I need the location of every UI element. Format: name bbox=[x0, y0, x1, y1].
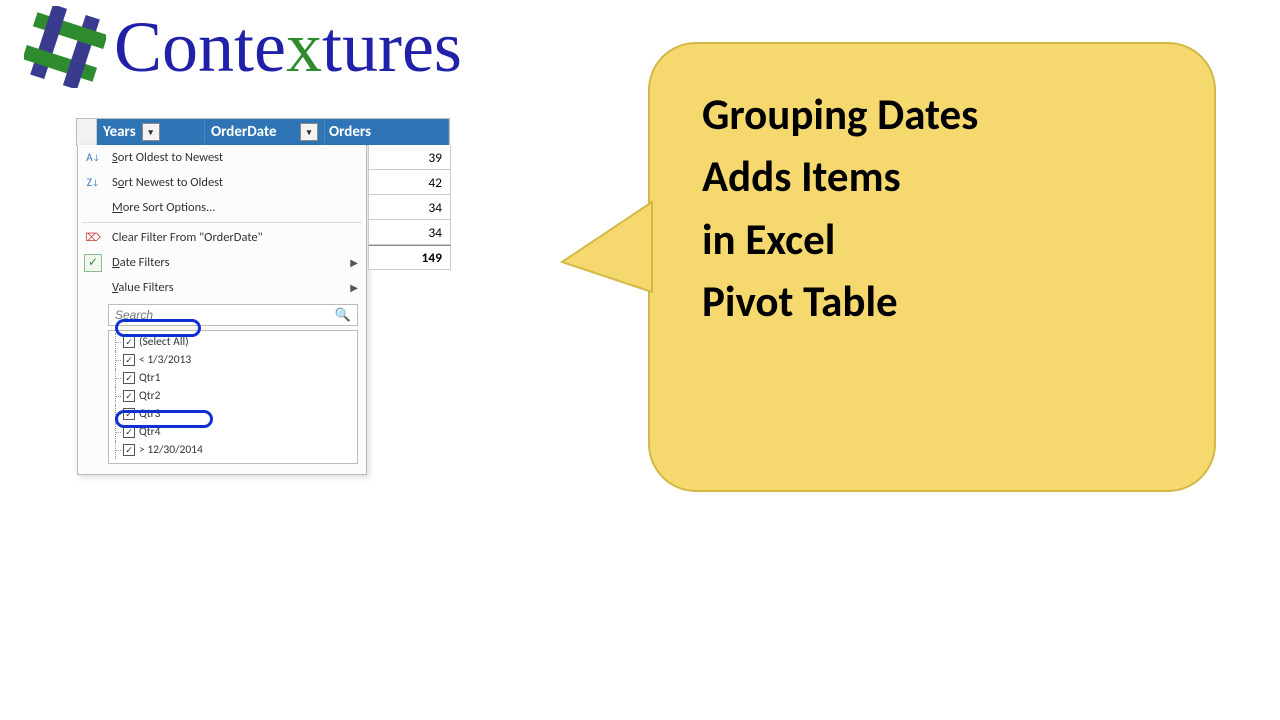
value-cell: 34 bbox=[368, 220, 451, 245]
checkbox-icon[interactable]: ✓ bbox=[123, 444, 135, 456]
orders-values-column: 39 42 34 34 149 bbox=[368, 145, 451, 270]
value-cell: 42 bbox=[368, 170, 451, 195]
header-corner bbox=[77, 119, 97, 145]
callout-line: Adds Items bbox=[702, 146, 1174, 208]
title-callout: Grouping Dates Adds Items in Excel Pivot… bbox=[648, 42, 1216, 492]
contextures-logo-icon bbox=[24, 6, 106, 88]
search-icon[interactable]: 🔍 bbox=[329, 308, 357, 323]
logo: Contextures bbox=[24, 6, 462, 88]
filter-dropdown-icon[interactable]: ▾ bbox=[142, 123, 160, 141]
checkbox-icon[interactable]: ✓ bbox=[123, 426, 135, 438]
value-cell: 39 bbox=[368, 145, 451, 170]
checkbox-icon[interactable]: ✓ bbox=[123, 354, 135, 366]
sort-desc-label: Sort Newest to Oldest bbox=[112, 175, 358, 190]
clear-filter[interactable]: ⌦ Clear Filter From "OrderDate" bbox=[78, 225, 366, 250]
sort-descending[interactable]: Z↓ Sort Newest to Oldest bbox=[78, 170, 366, 195]
header-years-label: Years bbox=[103, 123, 136, 141]
header-orders: Orders bbox=[325, 119, 449, 145]
checkbox-icon[interactable]: ✓ bbox=[123, 336, 135, 348]
callout-tail-icon bbox=[552, 182, 692, 342]
logo-text: Contextures bbox=[114, 11, 462, 83]
sort-asc-label: Sort Oldest to Newest bbox=[112, 150, 358, 165]
filter-values-tree: ✓ (Select All) ✓ < 1/3/2013 ✓ Qtr1 ✓ Qtr… bbox=[108, 330, 358, 464]
value-filters-label: Value Filters bbox=[112, 280, 342, 295]
submenu-arrow-icon: ▶ bbox=[350, 281, 358, 294]
pivot-header-row: Years ▾ OrderDate ▾ Orders bbox=[77, 119, 449, 145]
header-years[interactable]: Years ▾ bbox=[97, 119, 205, 145]
header-orderdate-label: OrderDate bbox=[211, 123, 277, 141]
total-cell: 149 bbox=[368, 245, 451, 270]
tree-item-select-all[interactable]: ✓ (Select All) bbox=[109, 333, 357, 351]
tree-item-qtr2[interactable]: ✓ Qtr2 bbox=[109, 387, 357, 405]
date-filters-label: Date Filters bbox=[112, 255, 342, 270]
filter-dropdown-icon[interactable]: ▾ bbox=[300, 123, 318, 141]
clear-filter-icon: ⌦ bbox=[82, 228, 104, 248]
clear-filter-label: Clear Filter From "OrderDate" bbox=[112, 230, 358, 245]
checkbox-icon[interactable]: ✓ bbox=[123, 408, 135, 420]
header-orders-label: Orders bbox=[329, 123, 371, 141]
checkmark-icon: ✓ bbox=[84, 254, 102, 272]
checkbox-icon[interactable]: ✓ bbox=[123, 372, 135, 384]
tree-item-qtr1[interactable]: ✓ Qtr1 bbox=[109, 369, 357, 387]
value-filters[interactable]: Value Filters ▶ bbox=[78, 275, 366, 300]
value-cell: 34 bbox=[368, 195, 451, 220]
callout-line: Pivot Table bbox=[702, 271, 1174, 333]
filter-dropdown-menu: A↓ Sort Oldest to Newest Z↓ Sort Newest … bbox=[77, 145, 367, 475]
search-input[interactable] bbox=[109, 308, 329, 322]
menu-separator bbox=[82, 222, 362, 223]
callout-line: in Excel bbox=[702, 209, 1174, 271]
more-sort-label: More Sort Options... bbox=[112, 200, 358, 215]
more-sort-options[interactable]: More Sort Options... bbox=[78, 195, 366, 220]
excel-pivot-screenshot: Years ▾ OrderDate ▾ Orders A↓ Sort Oldes… bbox=[76, 118, 450, 146]
callout-line: Grouping Dates bbox=[702, 84, 1174, 146]
tree-item-qtr4[interactable]: ✓ Qtr4 bbox=[109, 423, 357, 441]
sort-desc-icon: Z↓ bbox=[82, 173, 104, 193]
tree-item-after[interactable]: ✓ > 12/30/2014 bbox=[109, 441, 357, 459]
tree-item-before[interactable]: ✓ < 1/3/2013 bbox=[109, 351, 357, 369]
sort-asc-icon: A↓ bbox=[82, 148, 104, 168]
filter-search-box[interactable]: 🔍 bbox=[108, 304, 358, 326]
header-orderdate[interactable]: OrderDate ▾ bbox=[205, 119, 325, 145]
tree-item-qtr3[interactable]: ✓ Qtr3 bbox=[109, 405, 357, 423]
callout-body: Grouping Dates Adds Items in Excel Pivot… bbox=[648, 42, 1216, 492]
sort-ascending[interactable]: A↓ Sort Oldest to Newest bbox=[78, 145, 366, 170]
checkbox-icon[interactable]: ✓ bbox=[123, 390, 135, 402]
date-filters[interactable]: ✓ Date Filters ▶ bbox=[78, 250, 366, 275]
submenu-arrow-icon: ▶ bbox=[350, 256, 358, 269]
